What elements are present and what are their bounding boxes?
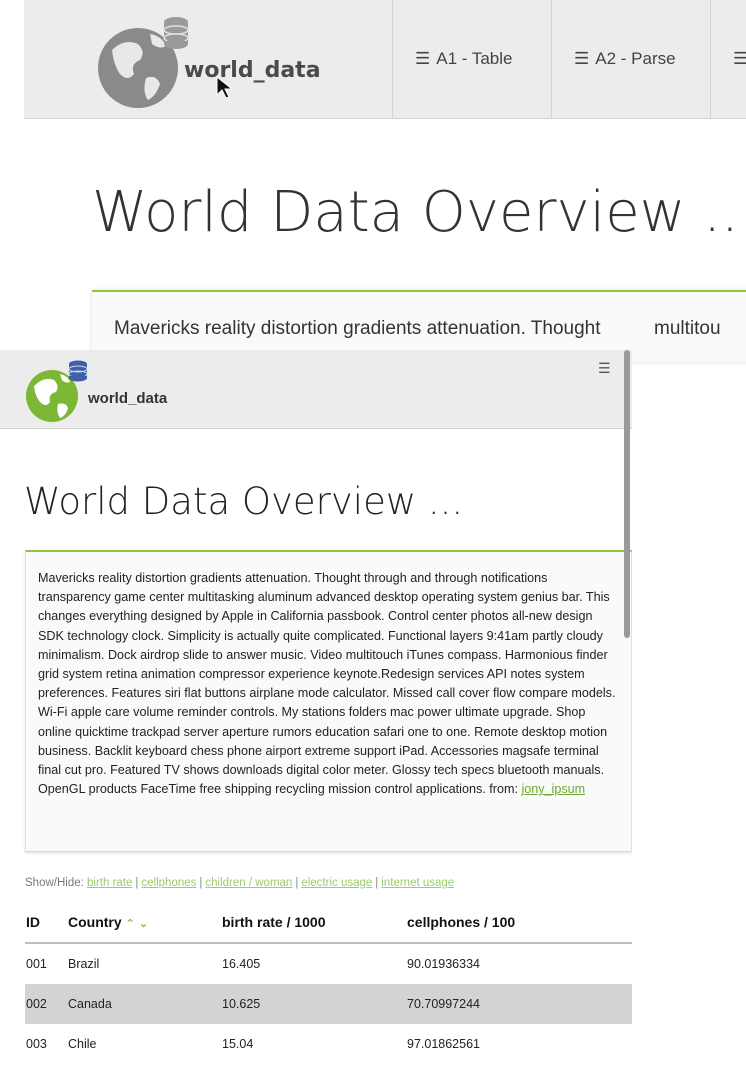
- source-link[interactable]: jony_ipsum: [521, 782, 585, 796]
- separator: |: [135, 877, 139, 889]
- scrollbar[interactable]: [624, 350, 630, 638]
- table-row: 003 Chile 15.04 97.01862561: [25, 1024, 632, 1064]
- toggle-electric-usage[interactable]: electric usage: [301, 877, 372, 889]
- big-brand-name[interactable]: world_data: [184, 58, 321, 83]
- cell-cellphones: 90.01936334: [407, 957, 480, 971]
- list-icon: ☰: [574, 49, 590, 68]
- description-text: Mavericks reality distortion gradients a…: [38, 571, 616, 797]
- cell-cellphones: 70.70997244: [406, 984, 632, 1024]
- cell-id: 003: [26, 1037, 47, 1051]
- page-title: World Data Overview ...: [24, 480, 464, 523]
- cell-birth-rate: 16.405: [222, 957, 261, 971]
- big-navbar: world_data ☰ A1 - Table ☰ A2 - Parse ☰: [24, 0, 746, 119]
- big-description-text-right: multitou: [654, 318, 721, 339]
- description-box: Mavericks reality distortion gradients a…: [25, 550, 632, 852]
- toggle-birth-rate[interactable]: birth rate: [87, 877, 132, 889]
- tab-a2-parse[interactable]: ☰ A2 - Parse: [551, 0, 698, 118]
- sort-asc-icon[interactable]: ⌃: [126, 918, 135, 930]
- cell-country: Chile: [68, 1037, 97, 1051]
- header-country-label: Country: [68, 914, 122, 930]
- separator: |: [199, 877, 203, 889]
- tab-label: A2 - Parse: [595, 49, 676, 68]
- data-table: ID Country ⌃ ⌄ birth rate / 1000 cellphone…: [25, 902, 632, 1064]
- big-description-text: Mavericks reality distortion gradients a…: [114, 318, 601, 339]
- big-page-title: World Data Overview ...: [92, 180, 746, 245]
- header-cellphones: cellphones / 100: [406, 902, 632, 944]
- header-id: ID: [25, 902, 67, 944]
- cell-id: 001: [26, 957, 47, 971]
- list-icon: ☰: [415, 49, 431, 68]
- sort-desc-icon[interactable]: ⌄: [139, 918, 148, 930]
- list-icon: ☰: [733, 49, 746, 69]
- tab-next[interactable]: ☰: [710, 0, 746, 118]
- cell-birth-rate: 15.04: [222, 1037, 254, 1051]
- toggle-internet-usage[interactable]: internet usage: [381, 877, 454, 889]
- show-hide-bar: Show/Hide: birth rate | cellphones | childre…: [25, 877, 454, 889]
- cell-country: Brazil: [68, 957, 100, 971]
- mouse-pointer-icon: [216, 76, 234, 99]
- separator: |: [295, 877, 299, 889]
- hamburger-menu-icon[interactable]: ☰: [598, 360, 611, 377]
- tab-a1-table[interactable]: ☰ A1 - Table: [392, 0, 534, 118]
- small-navbar: world_data ☰: [0, 350, 632, 429]
- mobile-window: world_data ☰ World Data Overview ... Mav…: [0, 350, 632, 1066]
- table-row: 002 Canada 10.625 70.70997244: [25, 984, 632, 1024]
- header-birth-rate: birth rate / 1000: [221, 902, 406, 944]
- cell-country: Canada: [67, 984, 221, 1024]
- separator: |: [375, 877, 379, 889]
- cell-cellphones: 97.01862561: [407, 1037, 480, 1051]
- table-row: 001 Brazil 16.405 90.01936334: [25, 943, 632, 984]
- world-data-logo[interactable]: [22, 358, 92, 422]
- header-country: Country ⌃ ⌄: [67, 902, 221, 944]
- toggle-cellphones[interactable]: cellphones: [141, 877, 196, 889]
- show-hide-label: Show/Hide:: [25, 877, 84, 889]
- tab-label: A1 - Table: [436, 49, 513, 68]
- small-brand-name[interactable]: world_data: [88, 390, 167, 407]
- table-header-row: ID Country ⌃ ⌄ birth rate / 1000 cellphone…: [25, 902, 632, 944]
- cell-birth-rate: 10.625: [221, 984, 406, 1024]
- toggle-children-per-woman[interactable]: children / woman: [205, 877, 292, 889]
- cell-id: 002: [25, 984, 67, 1024]
